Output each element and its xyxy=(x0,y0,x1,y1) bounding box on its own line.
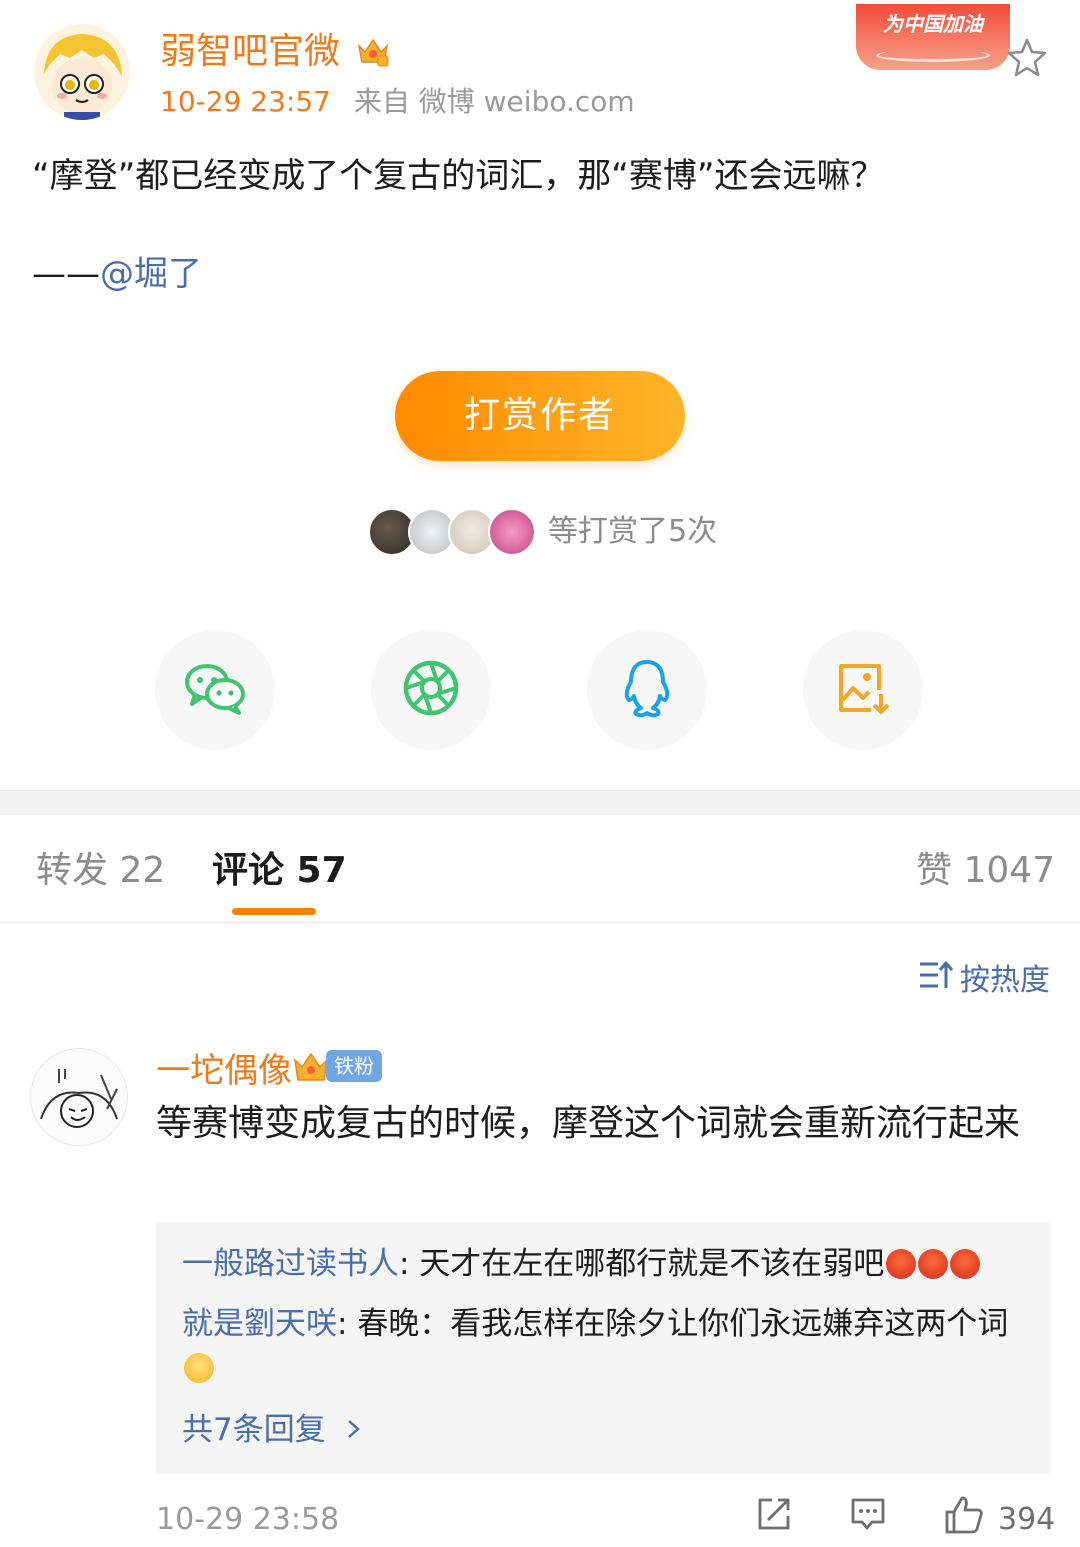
reply-item[interactable]: 一般路过读书人: 天才在左在哪都行就是不该在弱吧 xyxy=(182,1242,1012,1286)
chevron-right-icon xyxy=(346,1412,362,1448)
more-replies-label: 共7条回复 xyxy=(182,1412,326,1448)
share-wechat-button[interactable] xyxy=(155,630,275,750)
mention-link[interactable]: @堀了 xyxy=(100,254,202,294)
moments-icon xyxy=(402,659,460,721)
sort-icon xyxy=(918,958,954,1003)
qq-icon xyxy=(621,658,673,722)
angry-emoji-icon xyxy=(918,1249,949,1279)
like-comment-button[interactable] xyxy=(944,1496,984,1538)
reply-author[interactable]: 就是劉天咲 xyxy=(182,1306,337,1342)
post-signature: ——@堀了 xyxy=(32,248,202,300)
shy-emoji-icon xyxy=(184,1353,214,1383)
tab-likes[interactable]: 赞 1047 xyxy=(916,846,1055,896)
reply-text: 天才在左在哪都行就是不该在弱吧 xyxy=(419,1246,885,1282)
angry-emoji-icon xyxy=(950,1249,981,1279)
repost-comment-button[interactable] xyxy=(756,1496,792,1536)
more-replies-link[interactable]: 共7条回复 xyxy=(182,1408,362,1452)
thumbs-up-icon xyxy=(944,1496,984,1538)
post-date: 10-29 23:57 xyxy=(160,85,331,118)
post-author-name[interactable]: 弱智吧官微 xyxy=(160,28,340,76)
tab-comments[interactable]: 评论 57 xyxy=(212,846,347,896)
commenter-avatar[interactable] xyxy=(30,1048,128,1146)
post-meta: 10-29 23:57 来自 微博 weibo.com xyxy=(160,84,635,120)
author-avatar[interactable] xyxy=(34,24,130,120)
save-image-icon xyxy=(835,660,891,720)
share-moments-button[interactable] xyxy=(371,630,491,750)
angry-emoji-icon xyxy=(886,1249,917,1279)
favorite-star-icon[interactable] xyxy=(1006,36,1048,78)
tab-repost[interactable]: 转发 22 xyxy=(36,846,165,896)
reply-comment-button[interactable] xyxy=(850,1496,886,1536)
commenter-name[interactable]: 一坨偶像 xyxy=(156,1048,292,1094)
share-icon xyxy=(756,1498,792,1536)
signature-dash: —— xyxy=(32,254,100,294)
reward-author-button[interactable]: 打赏作者 xyxy=(395,371,685,461)
rewarder-avatar xyxy=(488,508,536,556)
fan-badge: 铁粉 xyxy=(326,1050,382,1082)
replies-box[interactable]: 一般路过读书人: 天才在左在哪都行就是不该在弱吧 就是劉天咲: 春晚：看我怎样在… xyxy=(156,1222,1050,1474)
reward-count-text[interactable]: 等打赏了5次 xyxy=(548,512,717,552)
post-text: “摩登”都已经变成了个复古的词汇，那“赛博”还会远嘛？ xyxy=(32,156,885,196)
sort-by-hot-button[interactable]: 按热度 xyxy=(918,958,1050,1003)
like-count: 394 xyxy=(998,1502,1056,1537)
promo-badge[interactable]: 为中国加油 xyxy=(856,4,1010,70)
wechat-icon xyxy=(183,660,247,720)
reply-item[interactable]: 就是劉天咲: 春晚：看我怎样在除夕让你们永远嫌弃这两个词 xyxy=(182,1302,1012,1390)
reply-separator: : xyxy=(399,1246,420,1282)
reply-author[interactable]: 一般路过读书人 xyxy=(182,1246,399,1282)
comment-text: 等赛博变成复古的时候，摩登这个词就会重新流行起来 xyxy=(156,1103,1021,1144)
post-source: 来自 微博 weibo.com xyxy=(353,85,635,118)
sort-label: 按热度 xyxy=(960,962,1050,998)
active-tab-indicator xyxy=(232,908,316,915)
reply-text: 春晚：看我怎样在除夕让你们永远嫌弃这两个词 xyxy=(357,1306,1009,1342)
section-divider xyxy=(0,790,1080,815)
share-qq-button[interactable] xyxy=(587,630,707,750)
comment-icon xyxy=(850,1498,886,1536)
comment-time: 10-29 23:58 xyxy=(156,1502,340,1537)
save-image-button[interactable] xyxy=(803,630,923,750)
reply-separator: : xyxy=(337,1306,358,1342)
tab-divider xyxy=(0,922,1080,923)
crown-icon xyxy=(356,34,390,68)
